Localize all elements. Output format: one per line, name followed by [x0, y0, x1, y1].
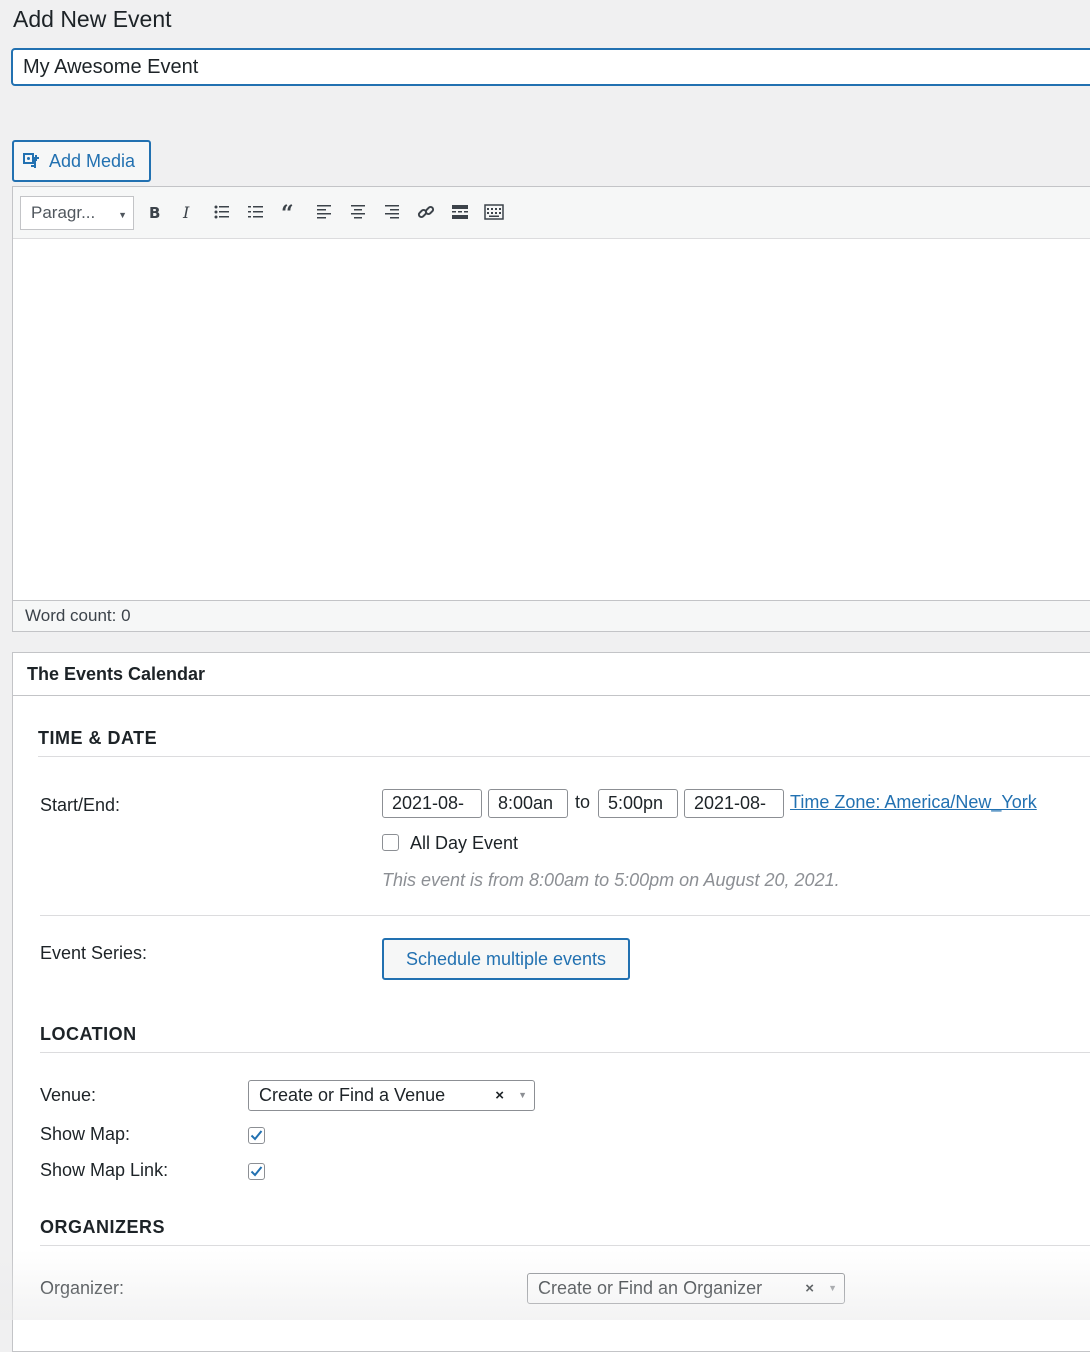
editor-toolbar: Paragr... ▼ B I “ [13, 187, 1090, 239]
schedule-multiple-events-button[interactable]: Schedule multiple events [382, 938, 630, 980]
align-right-icon[interactable] [380, 200, 404, 224]
align-center-icon[interactable] [346, 200, 370, 224]
start-time-input[interactable]: 8:00an [488, 789, 568, 818]
divider [40, 915, 1090, 916]
chevron-down-icon: ▼ [828, 1283, 837, 1293]
divider [40, 1245, 1090, 1246]
align-left-icon[interactable] [312, 200, 336, 224]
end-time-input[interactable]: 5:00pn [598, 789, 678, 818]
add-media-label: Add Media [49, 150, 136, 171]
start-end-label: Start/End: [40, 795, 121, 815]
organizer-select-value: Create or Find an Organizer [538, 1278, 763, 1298]
event-series-label: Event Series: [40, 943, 148, 963]
venue-label: Venue: [40, 1085, 97, 1105]
blockquote-icon[interactable]: “ [278, 200, 302, 224]
end-date-input[interactable]: 2021-08- [684, 789, 784, 818]
venue-select[interactable]: Create or Find a Venue × ▼ [248, 1080, 535, 1111]
clear-icon[interactable]: × [805, 1280, 814, 1297]
location-heading: LOCATION [40, 1024, 137, 1044]
toolbar-toggle-icon[interactable] [482, 200, 506, 224]
show-map-link-label: Show Map Link: [40, 1160, 169, 1180]
all-day-checkbox[interactable] [382, 834, 399, 851]
checkmark-icon [250, 1130, 263, 1141]
timezone-link[interactable]: Time Zone: America/New_York [790, 792, 1037, 812]
italic-icon[interactable]: I [175, 200, 199, 224]
link-icon[interactable] [414, 200, 438, 224]
svg-text:“: “ [281, 204, 294, 220]
svg-text:B: B [149, 204, 160, 221]
divider [38, 756, 1090, 757]
all-day-label: All Day Event [410, 833, 519, 853]
organizers-heading: ORGANIZERS [40, 1217, 166, 1237]
organizer-select[interactable]: Create or Find an Organizer × ▼ [527, 1273, 845, 1304]
event-time-summary: This event is from 8:00am to 5:00pm on A… [382, 870, 840, 890]
page-title: Add New Event [13, 6, 172, 32]
bold-icon[interactable]: B [142, 200, 166, 224]
read-more-icon[interactable] [448, 200, 472, 224]
to-label: to [575, 792, 591, 812]
clear-icon[interactable]: × [495, 1087, 504, 1104]
event-title-input[interactable] [11, 48, 1090, 86]
show-map-link-checkbox[interactable] [248, 1163, 265, 1180]
metabox-title: The Events Calendar [13, 653, 1090, 696]
show-map-label: Show Map: [40, 1124, 131, 1144]
venue-select-value: Create or Find a Venue [259, 1085, 446, 1105]
add-media-button[interactable]: Add Media [12, 140, 151, 182]
svg-text:I: I [182, 203, 190, 221]
content-editor: Paragr... ▼ B I “ Word count: 0 [12, 186, 1090, 632]
start-date-input[interactable]: 2021-08- [382, 789, 482, 818]
divider [40, 1052, 1090, 1053]
numbered-list-icon[interactable] [244, 200, 268, 224]
format-select[interactable]: Paragr... ▼ [20, 196, 134, 230]
time-date-heading: TIME & DATE [38, 728, 158, 748]
events-calendar-metabox: The Events Calendar [12, 652, 1090, 1352]
organizer-label: Organizer: [40, 1278, 125, 1298]
chevron-down-icon: ▼ [518, 1090, 527, 1100]
checkmark-icon [250, 1166, 263, 1177]
word-count: Word count: 0 [13, 600, 1090, 631]
format-select-value: Paragr... [31, 203, 96, 222]
add-media-icon [23, 153, 39, 168]
show-map-checkbox[interactable] [248, 1127, 265, 1144]
bulleted-list-icon[interactable] [210, 200, 234, 224]
chevron-down-icon: ▼ [118, 210, 127, 220]
